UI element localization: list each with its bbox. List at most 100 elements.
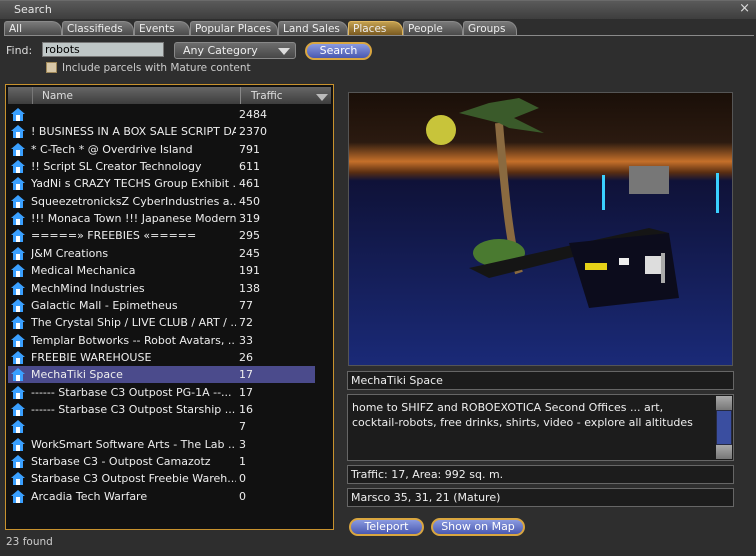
parcel-icon <box>11 160 25 174</box>
parcel-icon <box>11 368 25 382</box>
traffic-cell: 0 <box>239 472 246 486</box>
list-item[interactable]: Starbase C3 Outpost Freebie Wareh... 0 <box>8 470 315 487</box>
list-item[interactable]: The Crystal Ship / LIVE CLUB / ART / ...… <box>8 314 315 331</box>
list-item[interactable]: J&M Creations 245 <box>8 245 315 262</box>
list-item[interactable]: Medical Mechanica 191 <box>8 262 315 279</box>
traffic-cell: 295 <box>239 229 260 243</box>
list-item[interactable]: Templar Botworks -- Robot Avatars, ... 33 <box>8 332 315 349</box>
place-description: home to SHIFZ and ROBOEXOTICA Second Off… <box>347 394 734 461</box>
parcel-icon <box>11 212 25 226</box>
places-list[interactable]: Name Traffic 2484! BUSINESS IN A BOX SAL… <box>5 84 334 530</box>
list-item[interactable]: MechMind Industries 138 <box>8 280 315 297</box>
snapshot-image <box>349 93 732 365</box>
traffic-cell: 33 <box>239 333 253 347</box>
traffic-cell: 17 <box>239 385 253 399</box>
scroll-down-icon[interactable] <box>716 445 732 459</box>
tab-events[interactable]: Events <box>134 21 190 35</box>
list-header: Name Traffic <box>8 87 331 104</box>
place-name-cell: J&M Creations <box>31 246 109 260</box>
traffic-cell: 611 <box>239 160 260 174</box>
place-name-cell: !!! Monaca Town !!! Japanese Modern ! <box>31 212 236 226</box>
parcel-icon <box>11 125 25 139</box>
traffic-cell: 2484 <box>239 108 267 121</box>
tab-all[interactable]: All <box>4 21 62 35</box>
place-location: Marsco 35, 31, 21 (Mature) <box>347 488 734 507</box>
list-item[interactable]: !!! Monaca Town !!! Japanese Modern ! 319 <box>8 210 315 227</box>
category-select[interactable]: Any Category <box>174 42 296 59</box>
list-item[interactable]: WorkSmart Software Arts - The Lab ... 3 <box>8 436 315 453</box>
place-name-cell: Medical Mechanica <box>31 264 136 278</box>
parcel-icon <box>11 229 25 243</box>
parcel-icon <box>11 437 25 451</box>
traffic-cell: 138 <box>239 281 260 295</box>
parcel-icon <box>11 402 25 416</box>
list-item[interactable]: YadNi s CRAZY TECHS Group Exhibit ... 461 <box>8 175 315 192</box>
icon-column-header[interactable] <box>8 87 33 104</box>
parcel-icon <box>11 264 25 278</box>
traffic-column-header[interactable]: Traffic <box>240 87 332 104</box>
list-item[interactable]: !! Script SL Creator Technology 611 <box>8 158 315 175</box>
parcel-icon <box>11 472 25 486</box>
traffic-cell: 72 <box>239 316 253 330</box>
traffic-cell: 17 <box>239 368 253 382</box>
search-button[interactable]: Search <box>305 42 372 60</box>
list-item[interactable]: * C-Tech * @ Overdrive Island 791 <box>8 141 315 158</box>
place-name-cell: Arcadia Tech Warfare <box>31 489 148 503</box>
mature-checkbox-label: Include parcels with Mature content <box>62 62 251 74</box>
list-item[interactable]: Starbase C3 - Outpost Camazotz 1 <box>8 453 315 470</box>
parcel-icon <box>11 281 25 295</box>
mature-checkbox[interactable] <box>46 62 57 73</box>
place-name-cell: Starbase C3 - Outpost Camazotz <box>31 455 211 468</box>
tab-land-sales[interactable]: Land Sales <box>278 21 348 35</box>
tab-divider <box>4 35 754 36</box>
title-bar[interactable]: Search × <box>0 1 756 19</box>
description-scrollbar[interactable] <box>716 396 732 459</box>
list-item[interactable]: Galactic Mall - Epimetheus 77 <box>8 297 315 314</box>
scroll-up-icon[interactable] <box>716 396 732 410</box>
place-name-cell: MechaTiki Space <box>31 368 123 382</box>
list-item[interactable]: SqueezetronicksZ CyberIndustries a... 450 <box>8 193 315 210</box>
name-column-header[interactable]: Name <box>42 90 73 102</box>
place-name-cell: ------ Starbase C3 Outpost Starship ... <box>31 402 236 416</box>
traffic-cell: 319 <box>239 212 260 226</box>
teleport-button[interactable]: Teleport <box>349 518 424 536</box>
parcel-icon <box>11 142 25 156</box>
parcel-icon <box>11 177 25 191</box>
search-input[interactable]: robots <box>42 42 164 57</box>
tab-people[interactable]: People <box>403 21 463 35</box>
traffic-cell: 16 <box>239 402 253 416</box>
window-title: Search <box>14 3 52 16</box>
tab-places[interactable]: Places <box>348 21 403 35</box>
list-item[interactable]: ! BUSINESS IN A BOX SALE SCRIPT DA... 237… <box>8 123 315 140</box>
place-name-cell: =====» FREEBIES «===== <box>31 229 197 243</box>
close-icon[interactable]: × <box>739 1 750 16</box>
place-name-cell: * C-Tech * @ Overdrive Island <box>31 142 193 156</box>
list-item[interactable]: 7 <box>8 418 315 435</box>
description-text: home to SHIFZ and ROBOEXOTICA Second Off… <box>352 401 693 429</box>
search-window: Search × All Classifieds Events Popular … <box>0 0 756 556</box>
list-item[interactable]: MechaTiki Space 17 <box>8 366 315 384</box>
place-name-cell: The Crystal Ship / LIVE CLUB / ART / ... <box>31 316 236 330</box>
place-name-cell: ! BUSINESS IN A BOX SALE SCRIPT DA... <box>31 125 236 139</box>
traffic-column-label: Traffic <box>251 90 283 102</box>
parcel-icon <box>11 108 25 121</box>
scroll-thumb[interactable] <box>717 411 731 444</box>
traffic-cell: 450 <box>239 194 260 208</box>
traffic-cell: 77 <box>239 298 253 312</box>
traffic-cell: 461 <box>239 177 260 191</box>
traffic-cell: 0 <box>239 489 246 503</box>
traffic-cell: 2370 <box>239 125 267 139</box>
show-on-map-button[interactable]: Show on Map <box>431 518 525 536</box>
list-item[interactable]: FREEBIE WAREHOUSE 26 <box>8 349 315 366</box>
list-item[interactable]: Arcadia Tech Warfare 0 <box>8 488 315 505</box>
parcel-icon <box>11 350 25 364</box>
list-item[interactable]: ------ Starbase C3 Outpost Starship ... 1… <box>8 401 315 418</box>
list-item[interactable]: ------ Starbase C3 Outpost PG-1A --... 17 <box>8 384 315 401</box>
tab-popular-places[interactable]: Popular Places <box>190 21 278 35</box>
tab-groups[interactable]: Groups <box>463 21 517 35</box>
list-item[interactable]: 2484 <box>8 106 315 123</box>
traffic-area: Traffic: 17, Area: 992 sq. m. <box>347 465 734 484</box>
tab-classifieds[interactable]: Classifieds <box>62 21 134 35</box>
list-item[interactable]: =====» FREEBIES «===== 295 <box>8 227 315 244</box>
traffic-cell: 191 <box>239 264 260 278</box>
